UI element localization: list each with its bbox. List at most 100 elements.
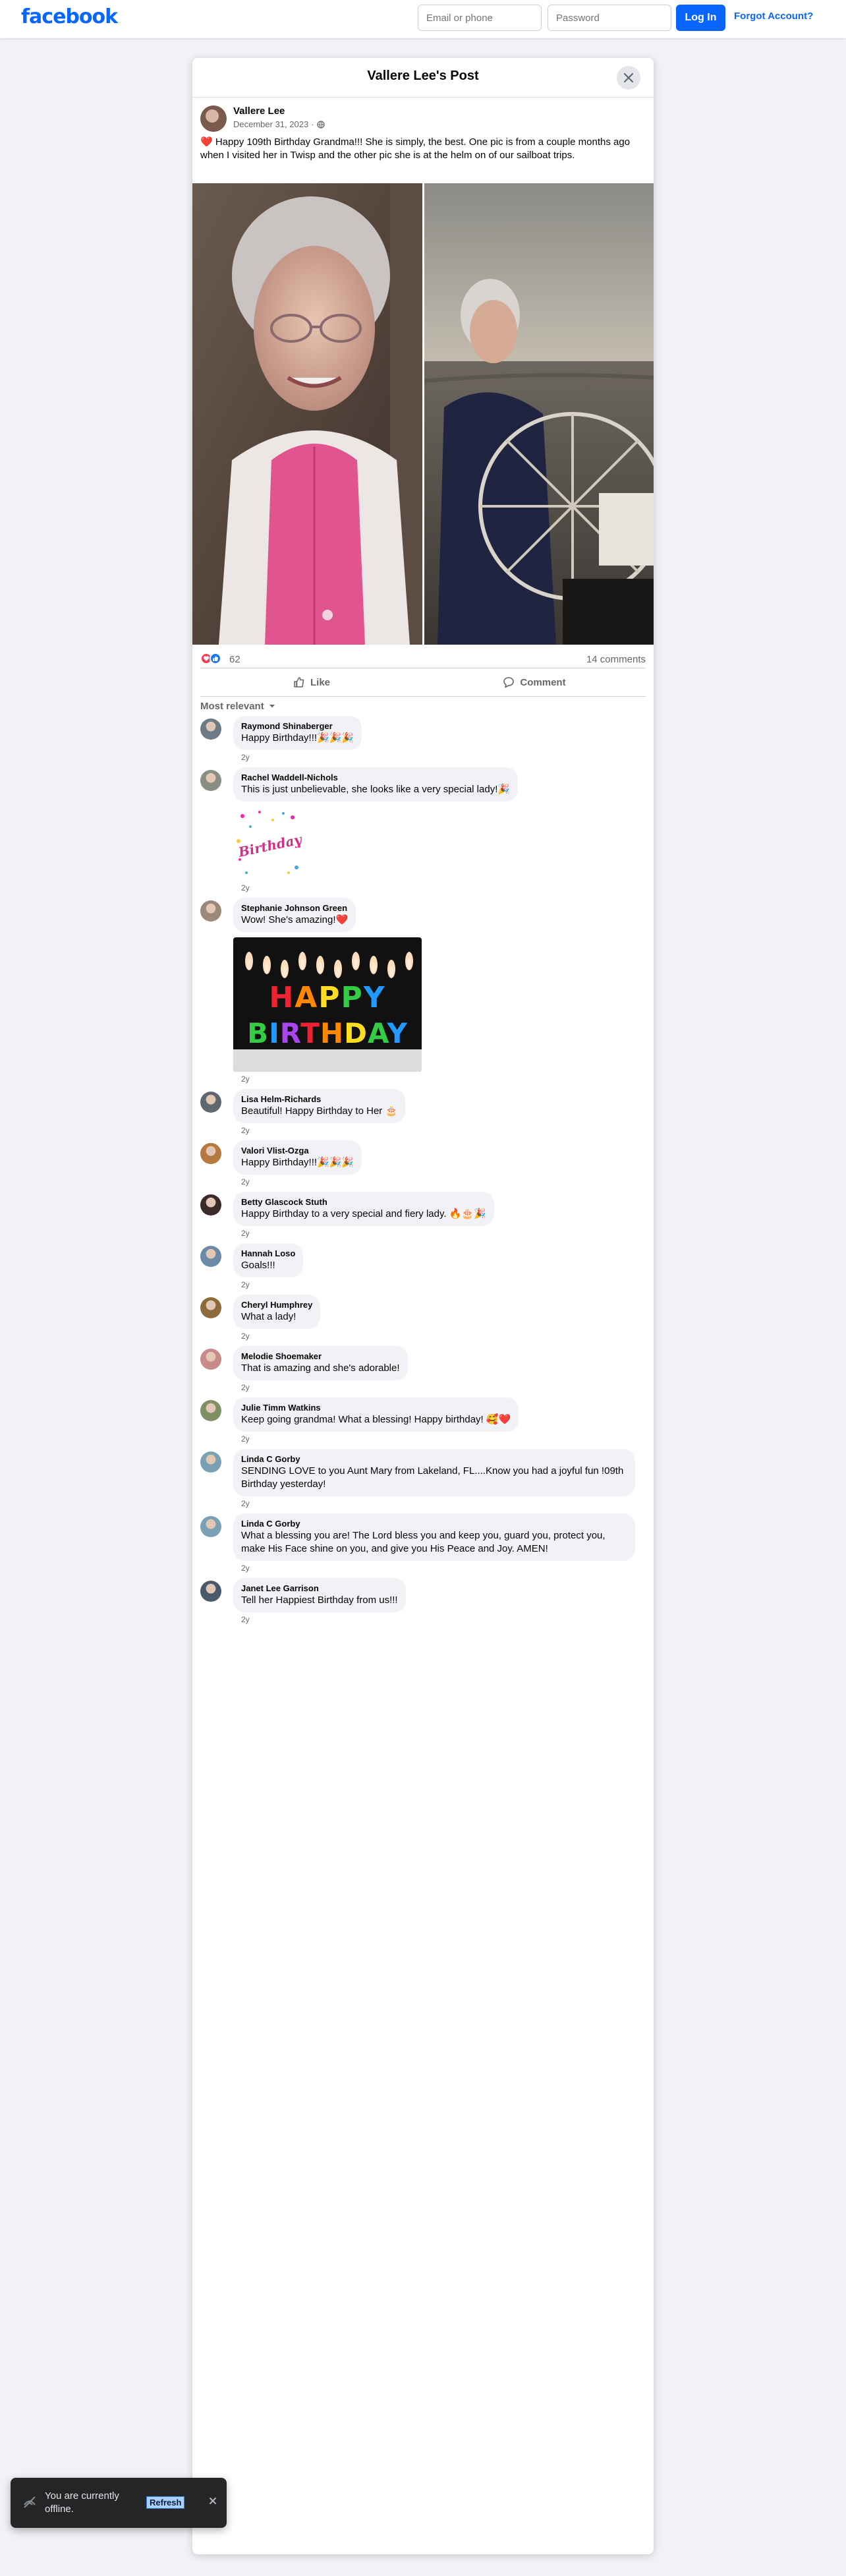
commenter-name[interactable]: Lisa Helm-Richards xyxy=(241,1094,397,1105)
commenter-avatar[interactable] xyxy=(200,1297,221,1318)
comment-text: What a blessing you are! The Lord bless … xyxy=(241,1530,606,1554)
comment-timestamp[interactable]: 2y xyxy=(233,1434,646,1445)
reaction-icons[interactable] xyxy=(200,653,221,664)
comment-bubble: Linda C Gorby SENDING LOVE to you Aunt Ma… xyxy=(233,1449,635,1496)
comment-timestamp[interactable]: 2y xyxy=(233,1564,646,1574)
comment-bubble: Betty Glascock Stuth Happy Birthday to a … xyxy=(233,1192,494,1226)
comment-bubble: Raymond Shinaberger Happy Birthday!!!🎉🎉🎉 xyxy=(233,716,362,750)
post-dialog: Vallere Lee's Post Vallere Lee December … xyxy=(192,58,654,2554)
login-button[interactable]: Log In xyxy=(676,5,725,31)
commenter-name[interactable]: Stephanie Johnson Green xyxy=(241,903,348,914)
comment-text: Goals!!! xyxy=(241,1260,275,1271)
commenter-name[interactable]: Cheryl Humphrey xyxy=(241,1300,312,1310)
comment-button[interactable]: Comment xyxy=(423,668,646,696)
top-bar: facebook Log In Forgot Account? xyxy=(0,0,846,38)
commenter-name[interactable]: Melodie Shoemaker xyxy=(241,1351,400,1362)
password-input[interactable] xyxy=(548,5,671,31)
close-button[interactable] xyxy=(617,66,640,90)
commenter-name[interactable]: Raymond Shinaberger xyxy=(241,721,354,732)
commenter-name[interactable]: Valori Vlist-Ozga xyxy=(241,1146,354,1156)
dialog-title: Vallere Lee's Post xyxy=(367,69,479,83)
commenter-name[interactable]: Hannah Loso xyxy=(241,1248,295,1259)
comment-timestamp[interactable]: 2y xyxy=(233,1177,646,1188)
comment-item: Linda C Gorby What a blessing you are! Th… xyxy=(200,1513,646,1574)
commenter-avatar[interactable] xyxy=(200,718,221,740)
comment-text: Happy Birthday!!!🎉🎉🎉 xyxy=(241,1157,354,1168)
comment-bubble: Lisa Helm-Richards Beautiful! Happy Birth… xyxy=(233,1089,406,1123)
comment-text: Beautiful! Happy Birthday to Her 🎂 xyxy=(241,1105,398,1117)
birthday-candles-image[interactable]: HAPPY BIRTHDAY xyxy=(233,937,422,1072)
comment-timestamp[interactable]: 2y xyxy=(233,753,646,763)
comment-timestamp[interactable]: 2y xyxy=(233,1615,646,1625)
comment-item: Raymond Shinaberger Happy Birthday!!!🎉🎉🎉 2… xyxy=(200,716,646,763)
commenter-avatar[interactable] xyxy=(200,1451,221,1473)
comment-item: Hannah Loso Goals!!! 2y xyxy=(200,1243,646,1291)
commenter-name[interactable]: Linda C Gorby xyxy=(241,1519,627,1529)
commenter-avatar[interactable] xyxy=(200,900,221,922)
forgot-account-link[interactable]: Forgot Account? xyxy=(734,11,813,22)
commenter-avatar[interactable] xyxy=(200,1516,221,1537)
comment-item: Valori Vlist-Ozga Happy Birthday!!!🎉🎉🎉 2y xyxy=(200,1140,646,1188)
comment-item: Stephanie Johnson Green Wow! She's amazin… xyxy=(200,898,646,1085)
commenter-name[interactable]: Betty Glascock Stuth xyxy=(241,1197,486,1208)
comment-bubble: Linda C Gorby What a blessing you are! Th… xyxy=(233,1513,635,1561)
refresh-button[interactable]: Refresh xyxy=(146,2496,185,2509)
comment-text: This is just unbelievable, she looks lik… xyxy=(241,784,511,795)
comment-timestamp[interactable]: 2y xyxy=(233,883,646,894)
comment-timestamp[interactable]: 2y xyxy=(233,1229,646,1239)
commenter-avatar[interactable] xyxy=(200,1349,221,1370)
commenter-avatar[interactable] xyxy=(200,1246,221,1267)
commenter-name[interactable]: Janet Lee Garrison xyxy=(241,1583,398,1594)
comment-timestamp[interactable]: 2y xyxy=(233,1499,646,1509)
thumbs-up-icon xyxy=(294,677,304,688)
comment-text: Wow! She's amazing!❤️ xyxy=(241,914,349,925)
meta-separator: · xyxy=(311,119,314,129)
post-photos xyxy=(192,183,654,645)
commenter-avatar[interactable] xyxy=(200,1581,221,1602)
comment-timestamp[interactable]: 2y xyxy=(233,1074,646,1085)
birthday-sticker-image[interactable]: Birthday xyxy=(233,807,307,881)
comment-bubble: Stephanie Johnson Green Wow! She's amazin… xyxy=(233,898,356,932)
post-text: ❤️ Happy 109th Birthday Grandma!!! She i… xyxy=(200,136,631,161)
comment-text: Keep going grandma! What a blessing! Hap… xyxy=(241,1414,511,1425)
facebook-logo[interactable]: facebook xyxy=(21,5,118,28)
comment-bubble: Melodie Shoemaker That is amazing and she… xyxy=(233,1346,408,1380)
post-meta: December 31, 2023 · xyxy=(233,119,325,129)
reaction-count[interactable]: 62 xyxy=(229,654,240,665)
commenter-avatar[interactable] xyxy=(200,1194,221,1215)
comment-text: What a lady! xyxy=(241,1311,296,1322)
author-avatar[interactable] xyxy=(200,105,227,132)
commenter-avatar[interactable] xyxy=(200,770,221,791)
commenter-name[interactable]: Julie Timm Watkins xyxy=(241,1403,511,1413)
globe-icon xyxy=(316,120,325,129)
offline-message: You are currently offline. xyxy=(45,2490,119,2515)
post-date[interactable]: December 31, 2023 xyxy=(233,119,308,129)
author-name[interactable]: Vallere Lee xyxy=(233,105,285,117)
comment-bubble: Julie Timm Watkins Keep going grandma! Wh… xyxy=(233,1397,519,1432)
comment-bubble: Hannah Loso Goals!!! xyxy=(233,1243,304,1277)
photo-grandma-portrait[interactable] xyxy=(192,183,422,645)
email-input[interactable] xyxy=(418,5,542,31)
photo-grandma-sailboat[interactable] xyxy=(424,183,654,645)
comment-item: Rachel Waddell-Nichols This is just unbel… xyxy=(200,767,646,894)
comment-timestamp[interactable]: 2y xyxy=(233,1383,646,1393)
commenter-name[interactable]: Rachel Waddell-Nichols xyxy=(241,773,510,783)
comment-item: Janet Lee Garrison Tell her Happiest Birt… xyxy=(200,1578,646,1625)
commenter-avatar[interactable] xyxy=(200,1092,221,1113)
comment-text: That is amazing and she's adorable! xyxy=(241,1362,400,1374)
commenter-avatar[interactable] xyxy=(200,1143,221,1164)
comment-sort-dropdown[interactable]: Most relevant xyxy=(200,696,276,716)
comment-timestamp[interactable]: 2y xyxy=(233,1332,646,1342)
comment-text: SENDING LOVE to you Aunt Mary from Lakel… xyxy=(241,1465,624,1490)
comment-item: Lisa Helm-Richards Beautiful! Happy Birth… xyxy=(200,1089,646,1136)
comment-timestamp[interactable]: 2y xyxy=(233,1126,646,1136)
commenter-avatar[interactable] xyxy=(200,1400,221,1421)
like-button[interactable]: Like xyxy=(200,668,423,696)
close-icon xyxy=(623,73,634,83)
close-icon[interactable] xyxy=(208,2496,217,2505)
comment-count[interactable]: 14 comments xyxy=(586,654,646,665)
candles-text-line2: BIRTHDAY xyxy=(247,1017,408,1049)
candles-text-line1: HAPPY xyxy=(269,981,385,1014)
commenter-name[interactable]: Linda C Gorby xyxy=(241,1454,627,1465)
comment-timestamp[interactable]: 2y xyxy=(233,1280,646,1291)
